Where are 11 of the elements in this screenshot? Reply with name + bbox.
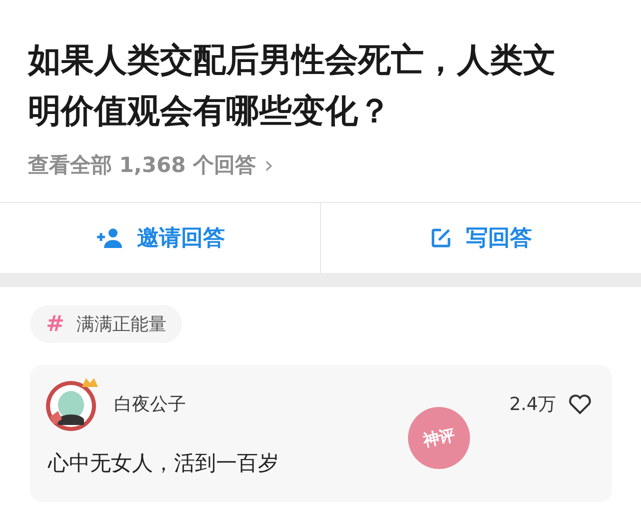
chevron-icon: › bbox=[264, 151, 274, 179]
heart-icon[interactable] bbox=[568, 393, 592, 415]
all-answers-link[interactable]: 查看全部 1,368 个回答 bbox=[28, 151, 256, 179]
hash-icon: # bbox=[46, 312, 64, 336]
tag-label: 满满正能量 bbox=[76, 313, 166, 336]
like-count: 2.4万 bbox=[509, 393, 556, 416]
topic-tag[interactable]: # 满满正能量 bbox=[30, 305, 182, 343]
edit-icon bbox=[430, 227, 452, 249]
add-person-icon bbox=[95, 228, 123, 248]
comment-text: 心中无女人，活到一百岁 bbox=[48, 450, 280, 477]
question-title: 如果人类交配后男性会死亡，人类文明价值观会有哪些变化？ bbox=[28, 39, 557, 132]
